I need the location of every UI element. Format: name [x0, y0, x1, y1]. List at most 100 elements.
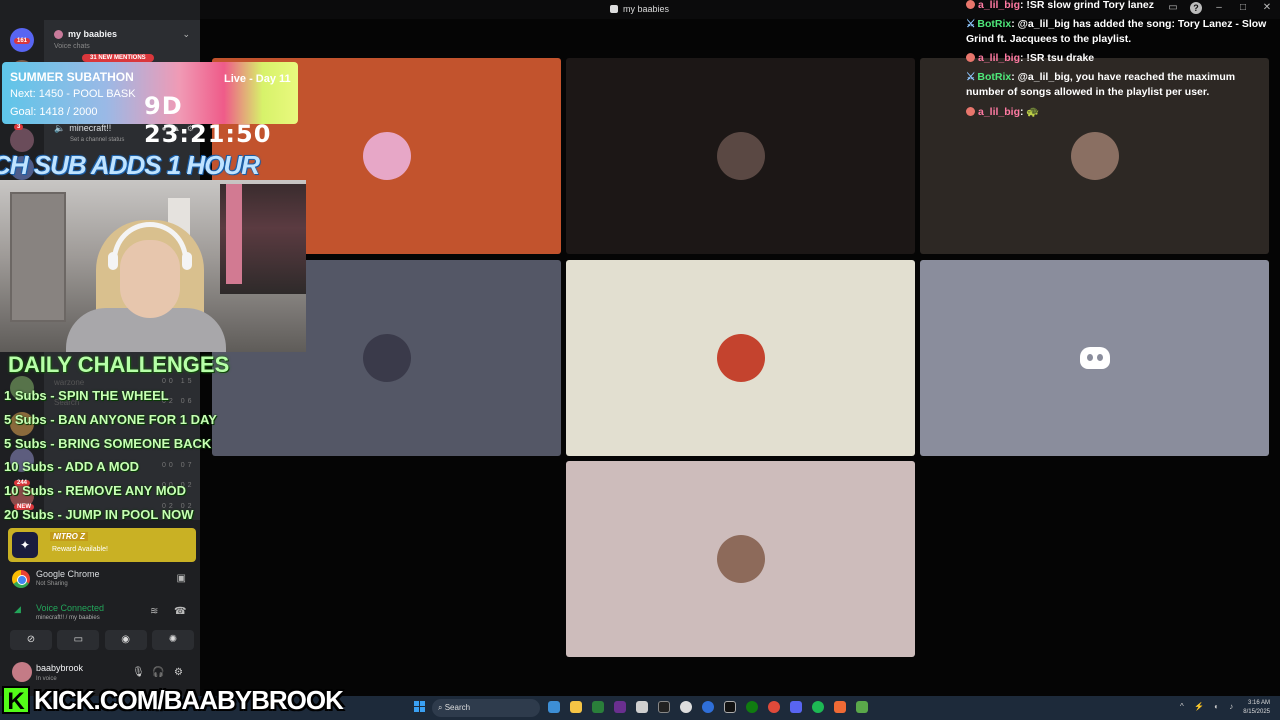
signal-icon[interactable]: ◢ — [14, 604, 21, 615]
taskbar-app-icon[interactable] — [548, 701, 560, 713]
participant-avatar — [362, 334, 411, 382]
headset-ear — [182, 252, 192, 270]
voice-status-panel: ◢ Voice Connected minecraft!! / my baabi… — [8, 600, 196, 626]
nitro-tag: NITRO Z — [50, 532, 88, 541]
chevron-down-icon[interactable]: ⌄ — [182, 29, 190, 40]
participant-avatar — [1070, 132, 1119, 180]
sword-icon: ⚔ — [966, 71, 976, 83]
voice-controls: ⊘ ▭ ◉ ✺ — [10, 630, 194, 650]
chat-username: a_lil_big — [978, 0, 1021, 11]
taskbar-app-icon[interactable] — [658, 701, 670, 713]
app-icon — [610, 5, 618, 13]
taskbar-clock[interactable]: 3:16 AM 8/15/2025 — [1243, 699, 1270, 717]
chat-username: BotRix — [977, 18, 1012, 30]
taskbar-app-icon[interactable] — [636, 701, 648, 713]
discord-taskbar-icon[interactable] — [790, 701, 802, 713]
xbox-icon[interactable] — [746, 701, 758, 713]
challenge-item: 1 Subs - SPIN THE WHEEL — [4, 388, 169, 403]
taskbar-app-icon[interactable] — [834, 701, 846, 713]
disconnect-icon[interactable]: ☎ — [174, 606, 186, 617]
nvidia-icon[interactable] — [592, 701, 604, 713]
screen: 161 3 244 NEW my baabies ⌄ Voice chats 3… — [0, 0, 1280, 720]
taskbar-search[interactable]: ⌕ Search — [432, 699, 540, 717]
voice-counts: 00 07 — [162, 462, 195, 469]
voice-counts: 00 15 — [162, 378, 195, 385]
server-header[interactable]: my baabies ⌄ — [44, 24, 200, 44]
search-label: Search — [444, 703, 471, 712]
participant-avatar — [716, 132, 765, 180]
participant-tile[interactable] — [566, 461, 915, 657]
system-tray-icons[interactable]: ^ ⚡ ◐ ♪ — [1180, 702, 1237, 711]
webcam-feed — [0, 180, 306, 352]
nitro-reward-banner[interactable]: ✦ NITRO Z Reward Available! — [8, 528, 196, 562]
headset-ear — [108, 252, 118, 270]
steam-icon[interactable] — [680, 701, 692, 713]
mentions-pill[interactable]: 31 NEW MENTIONS — [82, 54, 154, 62]
avatar[interactable] — [12, 662, 32, 682]
voice-location: minecraft!! / my baabies — [36, 615, 100, 621]
live-day-label: Live - Day 11 — [224, 73, 291, 85]
sword-icon: ⚔ — [966, 18, 976, 30]
chat-username: a_lil_big — [978, 52, 1021, 64]
camera-off-icon[interactable]: ⊘ — [10, 630, 52, 650]
taskbar-app-icon[interactable] — [614, 701, 626, 713]
folder-icon[interactable] — [570, 701, 582, 713]
voice-channel[interactable]: warzone — [54, 378, 84, 387]
activity-controller-icon[interactable]: ◉ — [104, 630, 147, 650]
voice-connected-label[interactable]: Voice Connected — [36, 603, 104, 613]
channel-status[interactable]: Set a channel status — [70, 137, 124, 143]
clock-date: 8/15/2025 — [1243, 709, 1270, 715]
activity-row: Google Chrome Not Sharing ▣ — [8, 566, 196, 594]
noise-suppression-icon[interactable]: ≋ — [150, 606, 158, 617]
headphones-icon[interactable]: 🎧 — [152, 667, 164, 678]
chat-message: a_lil_big: 🐢 — [966, 105, 1276, 120]
challenge-item: 5 Subs - BAN ANYONE FOR 1 DAY — [4, 412, 217, 427]
chat-text: 🐢 — [1023, 106, 1040, 118]
sub-adds-banner: CH SUB ADDS 1 HOUR — [0, 150, 260, 180]
window-title-text: my baabies — [623, 4, 670, 14]
chat-username: a_lil_big — [978, 106, 1021, 118]
subathon-overlay: SUMMER SUBATHON Next: 1450 - POOL BASK G… — [2, 62, 298, 148]
chat-message: ⚔ BotRix: @a_lil_big has added the song: … — [966, 17, 1276, 46]
gear-icon[interactable]: ⚙ — [174, 667, 183, 678]
soundboard-icon[interactable]: ✺ — [151, 630, 194, 650]
reward-text: Reward Available! — [52, 546, 108, 553]
challenges-title: DAILY CHALLENGES — [8, 352, 230, 377]
chat-text: !SR tsu drake — [1023, 52, 1095, 64]
chat-username: BotRix — [977, 71, 1012, 83]
user-badge-icon — [966, 107, 975, 116]
windows-start-icon[interactable] — [414, 701, 426, 713]
server-emoji-icon — [54, 29, 63, 39]
kick-watermark: K KICK.COM/BAABYBROOK — [2, 684, 344, 716]
webcam-door — [10, 192, 66, 322]
kick-url: KICK.COM/BAABYBROOK — [34, 684, 344, 715]
taskbar-app-icon[interactable] — [702, 701, 714, 713]
microphone-icon[interactable]: 🎙 — [132, 667, 145, 678]
user-status: In voice — [36, 676, 57, 682]
chrome-icon — [12, 570, 30, 588]
server-icon[interactable] — [10, 128, 34, 152]
participant-tile[interactable] — [566, 58, 915, 254]
participant-tile[interactable] — [566, 260, 915, 456]
participant-tile[interactable] — [920, 260, 1269, 456]
notification-badge: 3 — [14, 124, 24, 130]
participant-avatar — [362, 132, 411, 180]
tiktok-icon[interactable] — [724, 701, 736, 713]
chat-text: !SR slow grind Tory lanez — [1023, 0, 1155, 11]
username: baabybrook — [36, 663, 84, 673]
challenge-item: 10 Subs - ADD A MOD — [4, 459, 140, 474]
chrome-taskbar-icon[interactable] — [768, 701, 780, 713]
spotify-icon[interactable] — [812, 701, 824, 713]
screen-share-icon[interactable]: ▣ — [177, 573, 186, 584]
taskbar-app-icon[interactable] — [856, 701, 868, 713]
user-badge-icon — [966, 53, 975, 62]
kick-logo-icon: K — [2, 686, 30, 715]
challenge-item: 20 Subs - JUMP IN POOL NOW — [4, 507, 194, 522]
activity-app: Google Chrome — [36, 569, 100, 579]
speaker-icon: 🔈 — [54, 122, 66, 133]
window-title: my baabies — [610, 4, 669, 14]
user-badge-icon — [966, 0, 975, 9]
participant-avatar — [716, 535, 765, 583]
screen-share-button-icon[interactable]: ▭ — [57, 630, 100, 650]
category-label[interactable]: Voice chats — [54, 43, 90, 50]
